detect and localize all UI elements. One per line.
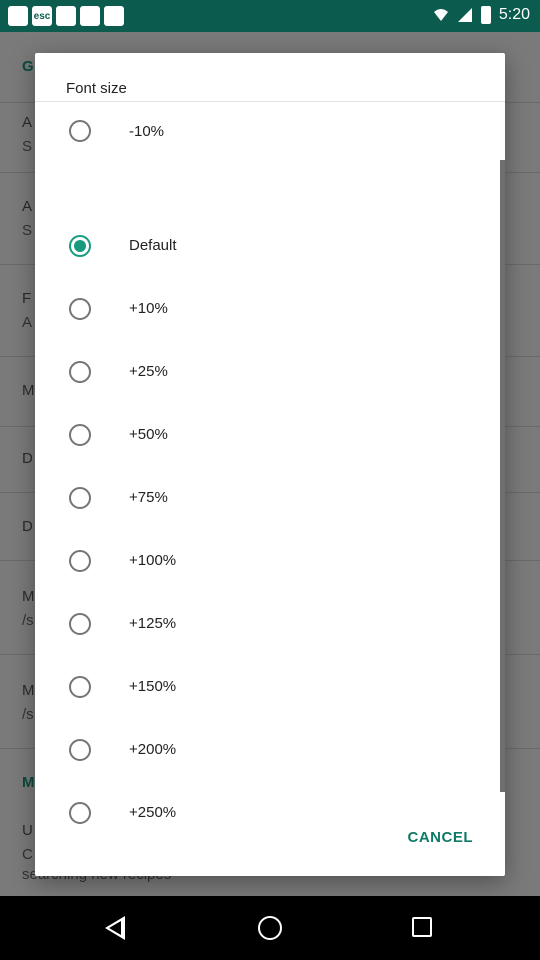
list-item-subtitle: A	[22, 314, 33, 331]
battery-icon	[480, 6, 491, 24]
option-label: +10%	[129, 300, 168, 317]
option-plus-125[interactable]: +125%	[35, 592, 495, 655]
option-plus-75[interactable]: +75%	[35, 466, 495, 529]
font-size-dialog: Font size -10% Default +10% +25% +50% +7…	[35, 53, 505, 876]
option-plus-25[interactable]: +25%	[35, 340, 495, 403]
notification-icons: esc	[8, 6, 124, 26]
cancel-button[interactable]: CANCEL	[406, 825, 476, 850]
list-item-title: F	[22, 290, 32, 307]
option-label: +100%	[129, 552, 177, 569]
wifi-icon	[433, 9, 448, 21]
home-icon[interactable]	[258, 916, 282, 940]
back-icon[interactable]	[105, 916, 125, 940]
list-item-title: M	[22, 588, 35, 605]
radio-unchecked-icon[interactable]	[69, 120, 91, 142]
list-item-subtitle: S	[22, 222, 33, 239]
option-label: +75%	[129, 489, 168, 506]
status-bar: esc 5:20	[0, 0, 540, 32]
esc-notification-icon: esc	[32, 6, 52, 26]
status-right: 5:20	[433, 6, 530, 24]
radio-unchecked-icon[interactable]	[69, 486, 91, 509]
option-label: +50%	[129, 426, 168, 443]
list-item-subtitle: /s	[22, 612, 34, 629]
section-header: M	[22, 774, 35, 791]
radio-unchecked-icon[interactable]	[69, 297, 91, 320]
option-minus-10[interactable]: -10%	[35, 102, 495, 160]
option-label: +250%	[129, 804, 177, 821]
dialog-title: Font size	[66, 80, 127, 97]
option-label: +200%	[129, 741, 177, 758]
radio-unchecked-icon[interactable]	[69, 423, 91, 446]
option-label: +25%	[129, 363, 168, 380]
option-default[interactable]: Default	[35, 214, 495, 277]
radio-unchecked-icon[interactable]	[69, 738, 91, 761]
option-label: Default	[129, 237, 177, 254]
app-notification-icon	[80, 6, 100, 26]
list-item-subtitle: S	[22, 138, 33, 155]
option-label: +125%	[129, 615, 177, 632]
app-notification-icon	[8, 6, 28, 26]
option-plus-10[interactable]: +10%	[35, 277, 495, 340]
list-item-title: M	[22, 682, 35, 699]
app-notification-icon	[56, 6, 76, 26]
radio-unchecked-icon[interactable]	[69, 675, 91, 698]
list-item-title: D	[22, 450, 33, 467]
list-item-title: A	[22, 198, 33, 215]
option-label: -10%	[129, 122, 165, 140]
app-notification-icon	[104, 6, 124, 26]
list-item-title: U	[22, 822, 33, 839]
radio-unchecked-icon[interactable]	[69, 801, 91, 824]
radio-unchecked-icon[interactable]	[69, 360, 91, 383]
signal-icon	[457, 8, 472, 22]
option-plus-150[interactable]: +150%	[35, 655, 495, 718]
scrollbar[interactable]	[500, 160, 505, 792]
list-item-title: D	[22, 518, 33, 535]
radio-unchecked-icon[interactable]	[69, 549, 91, 572]
list-item-subtitle: /s	[22, 706, 34, 723]
list-item-title: A	[22, 114, 33, 131]
clock: 5:20	[498, 6, 530, 23]
list-item-subtitle: C	[22, 846, 33, 863]
radio-unchecked-icon[interactable]	[69, 612, 91, 635]
option-plus-50[interactable]: +50%	[35, 403, 495, 466]
recent-apps-icon[interactable]	[412, 917, 432, 937]
list-item-title: M	[22, 382, 35, 399]
option-label: +150%	[129, 678, 177, 695]
section-header: G	[22, 58, 34, 75]
navigation-bar	[0, 896, 540, 960]
option-plus-200[interactable]: +200%	[35, 718, 495, 781]
radio-checked-icon[interactable]	[69, 234, 91, 257]
option-plus-100[interactable]: +100%	[35, 529, 495, 592]
